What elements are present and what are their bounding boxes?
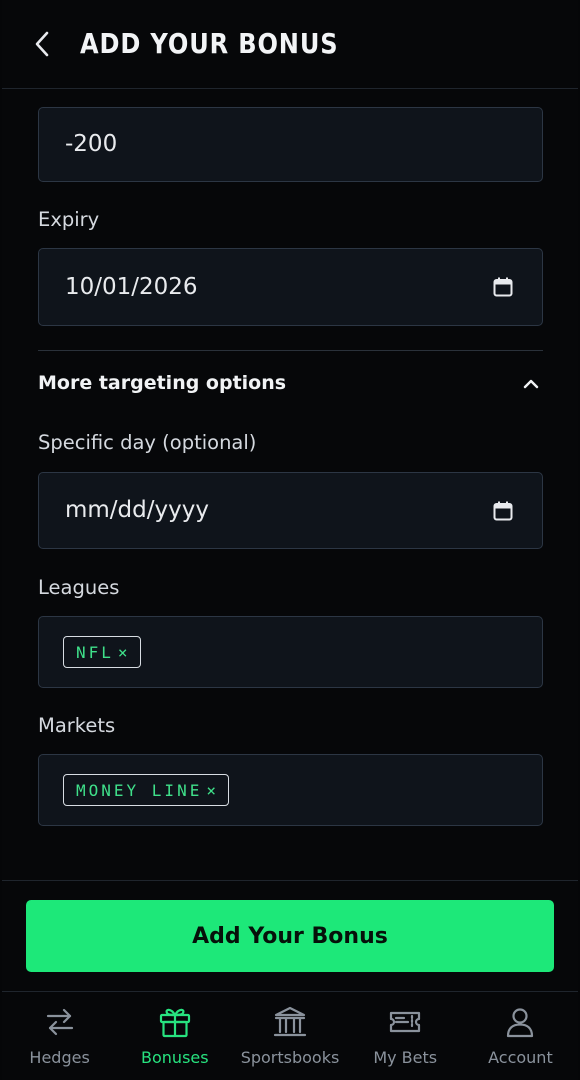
calendar-icon[interactable]	[492, 500, 514, 522]
markets-label: Markets	[38, 714, 116, 737]
user-icon	[507, 1008, 534, 1038]
bottom-nav: Hedges Bonuses Sportsbooks My Bets Accou…	[2, 991, 578, 1080]
nav-label-my-bets: My Bets	[373, 1048, 438, 1067]
calendar-icon[interactable]	[492, 276, 514, 298]
nav-label-bonuses: Bonuses	[141, 1048, 209, 1067]
remove-league-tag-button[interactable]: ×	[118, 643, 128, 662]
specific-day-placeholder: mm/dd/yyyy	[65, 497, 209, 523]
chevron-up-icon	[523, 379, 539, 389]
leagues-select[interactable]: NFL ×	[38, 616, 543, 688]
remove-market-tag-button[interactable]: ×	[206, 781, 216, 800]
page-title: ADD YOUR BONUS	[80, 27, 339, 60]
expiry-value: 10/01/2026	[65, 274, 198, 300]
expiry-date-input[interactable]: 10/01/2026	[38, 248, 543, 326]
leagues-label: Leagues	[38, 576, 120, 599]
nav-item-sportsbooks[interactable]: Sportsbooks	[232, 992, 347, 1080]
league-tag: NFL ×	[63, 636, 141, 668]
league-tag-label: NFL	[76, 642, 114, 662]
add-bonus-button[interactable]: Add Your Bonus	[26, 900, 554, 972]
ticket-icon	[390, 1011, 421, 1033]
market-tag-label: MONEY LINE	[76, 780, 203, 800]
specific-day-label: Specific day (optional)	[38, 431, 257, 454]
nav-item-account[interactable]: Account	[463, 992, 578, 1080]
header: ADD YOUR BONUS	[2, 0, 578, 89]
gift-icon	[159, 1008, 190, 1038]
bonus-form: -200 Expiry 10/01/2026 More targeting op…	[2, 90, 578, 880]
odds-input[interactable]: -200	[38, 107, 543, 182]
markets-select[interactable]: MONEY LINE ×	[38, 754, 543, 826]
nav-label-account: Account	[488, 1048, 553, 1067]
nav-label-hedges: Hedges	[29, 1048, 90, 1067]
nav-item-hedges[interactable]: Hedges	[2, 992, 117, 1080]
back-button[interactable]	[26, 26, 58, 62]
expiry-label: Expiry	[38, 208, 100, 231]
market-tag: MONEY LINE ×	[63, 774, 229, 806]
section-divider	[38, 350, 543, 351]
more-targeting-options-label: More targeting options	[38, 372, 287, 394]
chevron-left-icon	[35, 31, 49, 57]
nav-label-sportsbooks: Sportsbooks	[240, 1048, 340, 1067]
nav-item-bonuses[interactable]: Bonuses	[117, 992, 232, 1080]
nav-item-my-bets[interactable]: My Bets	[348, 992, 463, 1080]
more-targeting-options-toggle[interactable]: More targeting options	[38, 364, 543, 404]
odds-value: -200	[65, 131, 118, 157]
arrows-swap-icon	[46, 1008, 73, 1036]
action-bar: Add Your Bonus	[2, 880, 578, 991]
specific-day-input[interactable]: mm/dd/yyyy	[38, 472, 543, 549]
app-window: ADD YOUR BONUS -200 Expiry 10/01/2026 Mo…	[2, 0, 578, 1080]
bank-icon	[273, 1006, 307, 1037]
